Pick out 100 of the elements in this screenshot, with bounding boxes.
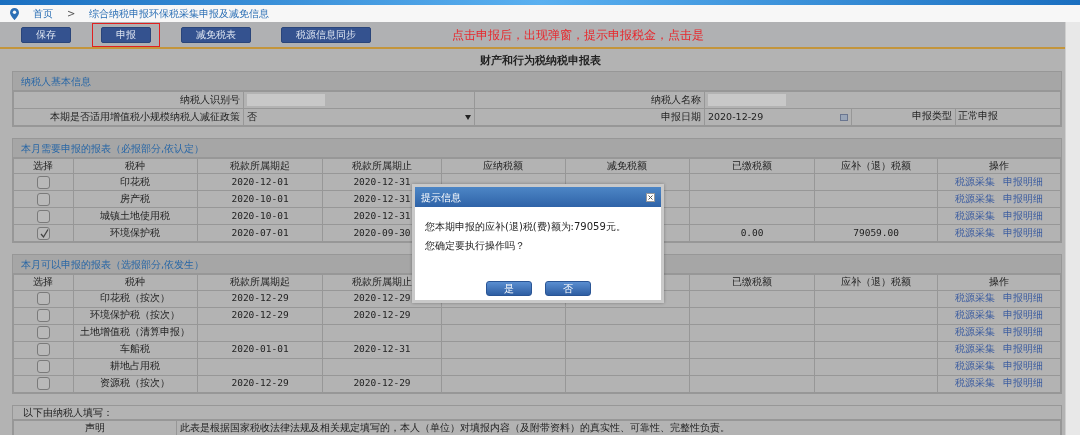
column-header: 操作 <box>989 276 1010 288</box>
table-cell: 2020-10-01 <box>231 193 289 205</box>
column-header: 应补（退）税额 <box>841 276 912 288</box>
table-cell: 2020-12-31 <box>353 210 411 222</box>
table-cell: 2020-10-01 <box>231 210 289 222</box>
checkbox[interactable] <box>36 326 50 340</box>
table-cell: 2020-12-29 <box>231 377 289 389</box>
table-cell: 土地增值税（清算申报） <box>80 326 191 338</box>
table-cell: 2020-12-29 <box>353 377 411 389</box>
column-header: 选择 <box>33 276 54 288</box>
close-icon[interactable] <box>646 192 655 202</box>
action-link[interactable]: 申报明细 <box>1003 176 1044 188</box>
toolbar-button[interactable]: 减免税表 <box>181 26 251 43</box>
column-header: 税款所属期起 <box>230 276 291 288</box>
table-cell: 城镇土地使用税 <box>100 210 171 222</box>
checkbox[interactable] <box>36 343 50 357</box>
action-link[interactable]: 税源采集 <box>955 210 996 222</box>
table-cell: 2020-12-29 <box>353 292 411 304</box>
column-header: 税种 <box>125 160 146 171</box>
form-title: 财产和行为税纳税申报表 <box>478 53 602 68</box>
select-field[interactable]: 否 <box>243 108 475 126</box>
calendar-icon[interactable] <box>839 113 848 121</box>
action-link[interactable]: 税源采集 <box>955 377 996 389</box>
checkbox[interactable] <box>36 227 50 241</box>
column-header: 选择 <box>33 160 54 171</box>
table-cell: 环境保护税（按次） <box>90 309 181 321</box>
column-header: 税款所属期起 <box>230 160 291 171</box>
action-link[interactable]: 税源采集 <box>955 343 996 355</box>
action-link[interactable]: 申报明细 <box>1003 343 1044 355</box>
action-link[interactable]: 税源采集 <box>955 360 996 372</box>
checkbox[interactable] <box>36 377 50 391</box>
table-cell: 2020-01-01 <box>231 343 289 355</box>
checkbox[interactable] <box>36 292 50 306</box>
column-header: 税种 <box>125 276 146 288</box>
checkbox[interactable] <box>36 360 50 374</box>
table-cell: 车船税 <box>120 343 151 355</box>
action-link[interactable]: 申报明细 <box>1003 193 1044 205</box>
toolbar-button[interactable]: 保存 <box>21 26 71 43</box>
table-cell: 2020-12-01 <box>231 176 289 188</box>
section-title: 以下由纳税人填写： <box>13 405 1061 420</box>
date-value: 2020-12-29 <box>708 109 764 124</box>
action-link[interactable]: 税源采集 <box>955 193 996 205</box>
table-cell: 2020-07-01 <box>231 227 289 239</box>
action-link[interactable]: 申报明细 <box>1003 326 1044 338</box>
input-field[interactable] <box>708 94 786 107</box>
table-cell: 2020-09-30 <box>353 227 411 239</box>
column-header: 税款所属期止 <box>352 160 412 171</box>
breadcrumb-link[interactable]: 首页 <box>33 6 53 21</box>
column-header: 减免税额 <box>607 160 648 171</box>
action-link[interactable]: 申报明细 <box>1003 292 1044 304</box>
column-header: 应补（退）税额 <box>841 160 912 171</box>
date-field[interactable]: 2020-12-29 <box>704 108 852 126</box>
scrollbar[interactable] <box>1065 22 1080 435</box>
input-field[interactable] <box>247 94 326 107</box>
column-header: 已缴税额 <box>732 160 773 171</box>
table-cell: 79059.00 <box>853 227 899 239</box>
action-link[interactable]: 申报明细 <box>1003 377 1044 389</box>
action-link[interactable]: 税源采集 <box>955 326 996 338</box>
field-value: 正常申报 <box>958 110 999 121</box>
toolbar-button[interactable]: 税源信息同步 <box>281 26 371 43</box>
action-link[interactable]: 申报明细 <box>1003 309 1044 321</box>
action-link[interactable]: 税源采集 <box>955 309 996 321</box>
action-link[interactable]: 税源采集 <box>955 292 996 304</box>
checkbox[interactable] <box>36 176 50 190</box>
dialog-message: 您确定要执行操作吗？ <box>425 240 525 251</box>
table-cell: 2020-12-29 <box>231 292 289 304</box>
declaration-text: 此表是根据国家税收法律法规及相关规定填写的，本人（单位）对填报内容（及附带资料）的真实性、可靠性、完整性负责。 <box>180 421 731 433</box>
action-link[interactable]: 税源采集 <box>955 176 996 188</box>
section-title: 纳税人基本信息 <box>13 72 1061 91</box>
field-label: 声明 <box>85 421 106 433</box>
dialog-button[interactable]: 否 <box>544 281 591 296</box>
toolbar-button[interactable]: 申报 <box>101 26 151 43</box>
table-cell: 房产税 <box>120 193 151 205</box>
action-link[interactable]: 税源采集 <box>955 227 996 239</box>
checkbox[interactable] <box>36 193 50 207</box>
action-link[interactable]: 申报明细 <box>1003 227 1044 239</box>
field-label: 纳税人识别号 <box>180 93 241 105</box>
column-header: 税款所属期止 <box>352 276 412 288</box>
dialog-message: 您本期申报的应补(退)税(费)额为:79059元。 <box>425 221 626 232</box>
annotation-note: 点击申报后，出现弹窗，提示申报税金，点击是 <box>452 26 704 44</box>
table-cell: 2020-12-31 <box>353 343 411 355</box>
checkbox[interactable] <box>36 309 50 323</box>
select-value: 否 <box>247 109 258 124</box>
table-cell: 2020-12-29 <box>231 309 289 321</box>
table-cell: 印花税 <box>120 176 151 188</box>
section-title: 本月需要申报的报表（必报部分,依认定） <box>13 139 1061 158</box>
action-link[interactable]: 申报明细 <box>1003 360 1044 372</box>
caret-icon <box>464 114 471 120</box>
column-header: 操作 <box>989 160 1010 171</box>
breadcrumb-link[interactable]: 综合纳税申报环保税采集申报及减免信息 <box>89 6 270 21</box>
dialog-title: 提示信息 <box>421 190 461 205</box>
dialog-button[interactable]: 是 <box>485 281 532 296</box>
breadcrumb-separator: > <box>67 7 76 21</box>
table-cell: 印花税（按次） <box>100 292 171 304</box>
field-label: 本期是否适用增值税小规模纳税人减征政策 <box>50 110 241 122</box>
checkbox[interactable] <box>36 210 50 224</box>
action-link[interactable]: 申报明细 <box>1003 210 1044 222</box>
field-label: 申报日期 <box>661 110 701 122</box>
field-label: 申报类型 <box>912 110 953 121</box>
table-cell: 资源税（按次） <box>100 377 171 389</box>
